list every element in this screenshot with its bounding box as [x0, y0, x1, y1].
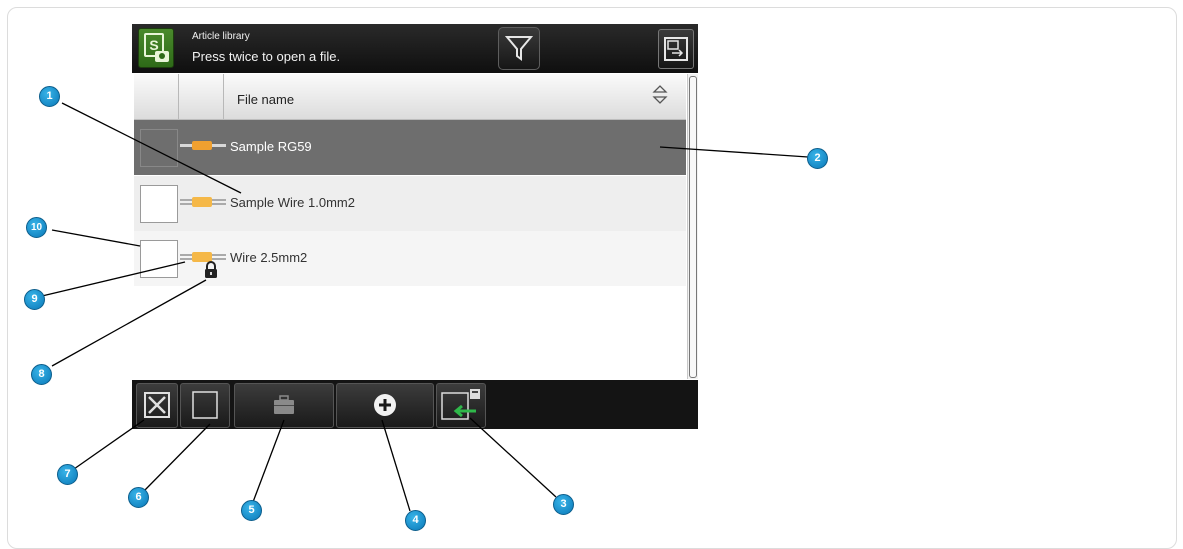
callout-leader-lines	[41, 102, 809, 512]
callout-2: 2	[807, 148, 828, 169]
leader-line-9	[41, 261, 186, 297]
leader-line-3	[469, 417, 557, 498]
callout-3: 3	[553, 494, 574, 515]
callout-4: 4	[405, 510, 426, 531]
callout-6: 6	[128, 487, 149, 508]
leader-line-1	[61, 102, 242, 194]
callout-7: 7	[57, 464, 78, 485]
callout-10: 10	[26, 217, 47, 238]
callout-9: 9	[24, 289, 45, 310]
leader-line-2	[659, 146, 809, 158]
leader-line-10	[51, 229, 141, 247]
leader-line-6	[142, 423, 211, 493]
leader-line-8	[51, 279, 207, 367]
leader-line-7	[73, 419, 145, 470]
callout-5: 5	[241, 500, 262, 521]
callout-8: 8	[31, 364, 52, 385]
leader-line-4	[381, 419, 411, 512]
leader-line-5	[252, 419, 285, 503]
callout-1: 1	[39, 86, 60, 107]
